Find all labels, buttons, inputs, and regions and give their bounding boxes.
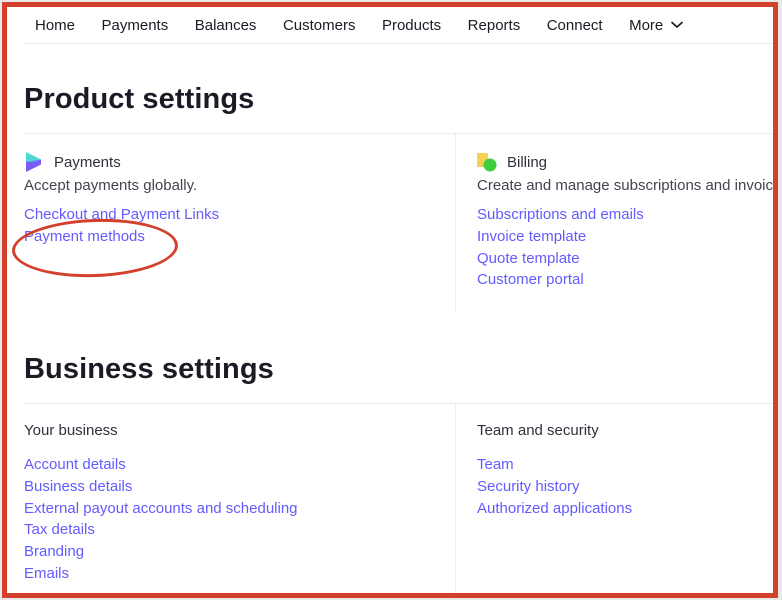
team-security-card: Team and security Team Security history … <box>477 422 632 519</box>
link-checkout-payment-links[interactable]: Checkout and Payment Links <box>24 204 219 226</box>
chevron-down-icon <box>671 21 684 28</box>
business-settings-title: Business settings <box>24 353 274 385</box>
payments-title: Payments <box>54 153 121 171</box>
your-business-title: Your business <box>24 422 118 439</box>
nav-home[interactable]: Home <box>35 17 75 34</box>
nav-reports[interactable]: Reports <box>468 17 521 34</box>
screenshot-frame: Home Payments Balances Customers Product… <box>2 2 778 598</box>
link-security-history[interactable]: Security history <box>477 476 632 498</box>
link-business-details[interactable]: Business details <box>24 476 298 498</box>
link-account-details[interactable]: Account details <box>24 454 298 476</box>
billing-logo-icon <box>477 152 497 172</box>
nav-products[interactable]: Products <box>382 17 441 34</box>
nav-customers[interactable]: Customers <box>283 17 356 34</box>
divider <box>24 133 773 134</box>
payments-description: Accept payments globally. <box>24 177 198 194</box>
billing-card: Billing Create and manage subscriptions … <box>477 151 778 291</box>
link-team[interactable]: Team <box>477 454 632 476</box>
link-emails[interactable]: Emails <box>24 563 298 585</box>
product-settings-title: Product settings <box>24 83 255 115</box>
payments-card: Payments Accept payments globally. Check… <box>24 151 219 248</box>
nav-more-label: More <box>629 16 664 34</box>
link-external-payout-accounts[interactable]: External payout accounts and scheduling <box>24 498 298 520</box>
billing-description: Create and manage subscriptions and invo… <box>477 177 778 194</box>
your-business-card: Your business Account details Business d… <box>24 422 298 585</box>
link-subscriptions-emails[interactable]: Subscriptions and emails <box>477 204 773 226</box>
column-divider <box>455 134 456 312</box>
billing-title: Billing <box>507 153 548 171</box>
nav-more[interactable]: More <box>629 16 684 34</box>
settings-page: Home Payments Balances Customers Product… <box>7 7 773 593</box>
link-customer-portal[interactable]: Customer portal <box>477 269 773 291</box>
divider <box>24 403 773 404</box>
link-payment-methods[interactable]: Payment methods <box>24 226 219 248</box>
top-navigation: Home Payments Balances Customers Product… <box>24 7 773 44</box>
nav-payments[interactable]: Payments <box>102 17 169 34</box>
link-tax-details[interactable]: Tax details <box>24 519 298 541</box>
column-divider <box>455 404 456 593</box>
link-branding[interactable]: Branding <box>24 541 298 563</box>
nav-connect[interactable]: Connect <box>547 17 603 34</box>
link-invoice-template[interactable]: Invoice template <box>477 226 773 248</box>
link-authorized-applications[interactable]: Authorized applications <box>477 498 632 520</box>
payments-logo-icon <box>24 152 44 172</box>
link-quote-template[interactable]: Quote template <box>477 248 773 270</box>
nav-balances[interactable]: Balances <box>195 17 257 34</box>
team-security-title: Team and security <box>477 422 599 439</box>
